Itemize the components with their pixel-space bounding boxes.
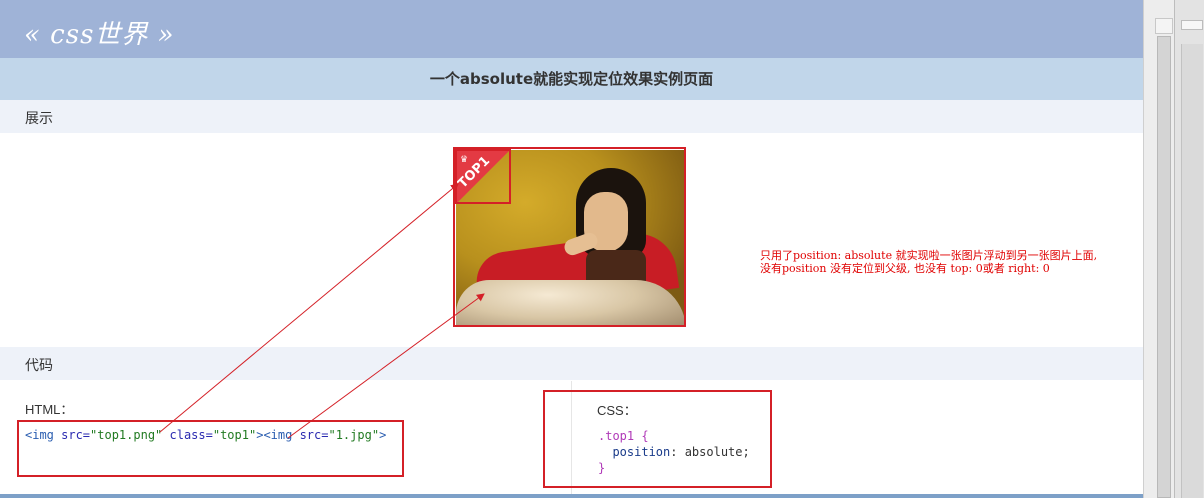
side-pane (1174, 0, 1204, 498)
side-pane-handle[interactable] (1181, 20, 1203, 30)
html-label: HTML： (25, 402, 74, 417)
scroll-thumb[interactable] (1157, 36, 1171, 498)
page: « css世界 » 一个absolute就能实现定位效果实例页面 展示 ♛ TO… (0, 0, 1143, 498)
annotation-line-2: 没有position 没有定位到父级, 也没有 top: 0或者 right: … (760, 262, 1050, 275)
css-value: : absolute; (670, 445, 750, 459)
section-title-demo: 展示 (25, 110, 53, 126)
page-title: 一个absolute就能实现定位效果实例页面 (429, 70, 714, 88)
css-label: CSS： (597, 403, 637, 418)
scroll-up-button[interactable] (1155, 18, 1173, 34)
crown-icon: ♛ (460, 154, 469, 164)
top1-badge: ♛ TOP1 (455, 149, 511, 204)
side-pane-body (1181, 44, 1203, 498)
demo-annotation: 只用了position: absolute 就实现啦一张图片浮动到另一张图片上面… (760, 249, 1143, 275)
annotation-line-1: 只用了position: absolute 就实现啦一张图片浮动到另一张图片上面… (760, 249, 1098, 262)
bottom-strip (0, 494, 1143, 498)
section-header-code: 代码 (0, 347, 1143, 380)
html-code-highlight (17, 420, 404, 477)
header-bar: « css世界 » (0, 0, 1143, 58)
site-logo[interactable]: « css世界 » (24, 14, 175, 51)
title-bar: 一个absolute就能实现定位效果实例页面 (0, 58, 1143, 100)
css-close-brace: } (598, 461, 606, 475)
section-title-code: 代码 (25, 357, 53, 373)
arrow-to-badge (159, 183, 459, 433)
css-selector: .top1 { (598, 429, 649, 443)
css-property: position (612, 445, 671, 459)
section-header-demo: 展示 (0, 100, 1143, 133)
css-code-snippet: .top1 { position: absolute; } (598, 428, 750, 476)
